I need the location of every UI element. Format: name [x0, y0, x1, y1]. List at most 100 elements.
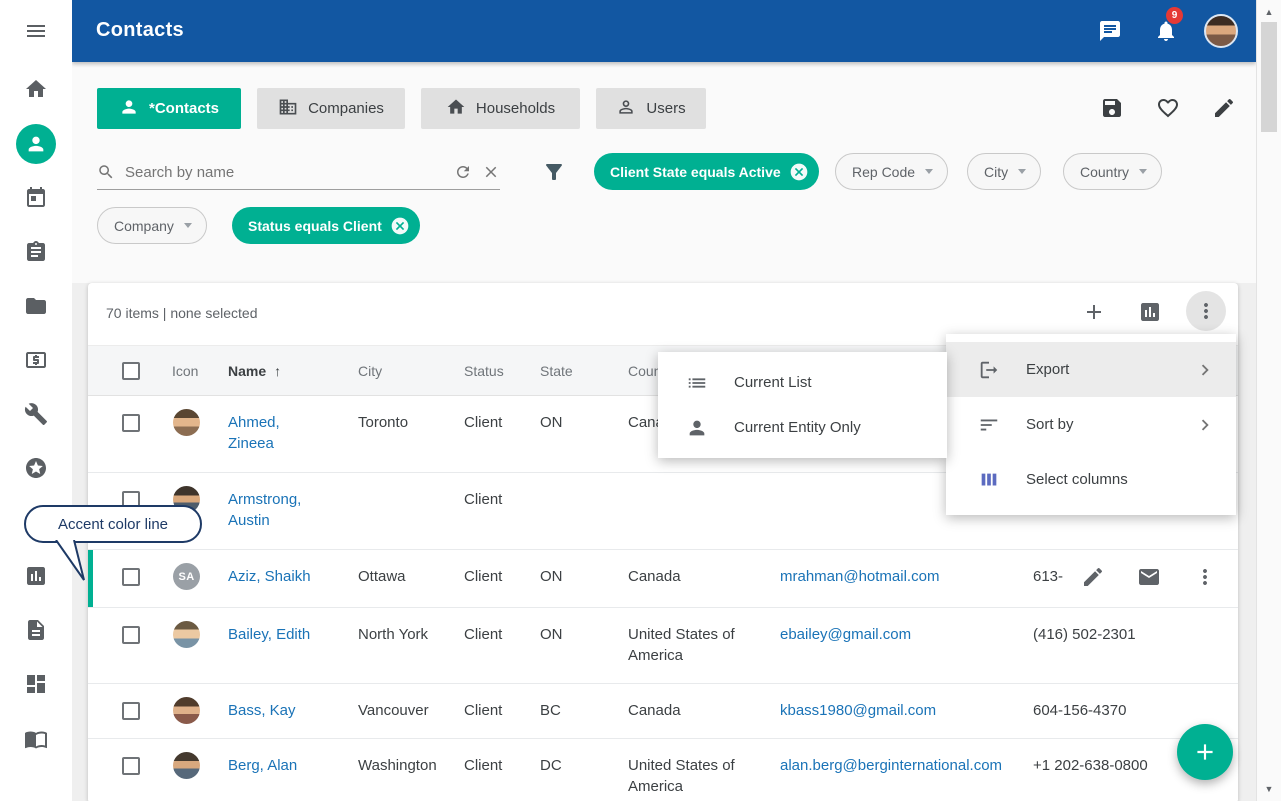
refresh-icon[interactable]	[454, 163, 472, 181]
vertical-scrollbar[interactable]: ▲ ▼	[1256, 0, 1281, 801]
scrollbar-thumb[interactable]	[1261, 22, 1277, 132]
book-icon[interactable]	[24, 727, 48, 751]
email-link[interactable]: ebailey@gmail.com	[780, 626, 911, 643]
submenu-item-current-entity-only[interactable]: Current Entity Only	[658, 405, 947, 450]
clear-icon[interactable]	[482, 163, 500, 181]
menu-item-export[interactable]: Export	[946, 342, 1236, 397]
filter-icon[interactable]	[542, 160, 566, 184]
contact-name-link[interactable]: Ahmed, Zineea	[228, 414, 280, 452]
city-cell: Ottawa	[358, 550, 458, 607]
email-link[interactable]: alan.berg@berginternational.com	[780, 757, 1002, 774]
contacts-icon[interactable]	[16, 124, 56, 164]
chevron-down-icon	[1018, 169, 1026, 174]
phone-cell: +1 202-638-0800	[1033, 739, 1183, 801]
chat-icon[interactable]	[1098, 19, 1122, 43]
email-row-icon[interactable]	[1137, 565, 1161, 589]
chip-status[interactable]: Status equals Client	[232, 207, 420, 244]
state-cell: ON	[540, 396, 610, 472]
add-contact-fab[interactable]	[1177, 724, 1233, 780]
submenu-item-current-list[interactable]: Current List	[658, 360, 947, 405]
remove-chip-icon[interactable]	[390, 216, 410, 236]
status-cell: Client	[464, 684, 534, 738]
annotation-callout: Accent color line	[24, 505, 202, 543]
table-row[interactable]: Bailey, Edith North York Client ON Unite…	[88, 608, 1238, 684]
column-header-name[interactable]: Name↑	[228, 363, 281, 379]
chip-label: Company	[114, 218, 174, 234]
contact-name-link[interactable]: Bass, Kay	[228, 702, 296, 719]
scroll-down-icon[interactable]: ▼	[1257, 779, 1281, 799]
chart-icon[interactable]	[24, 564, 48, 588]
tab-contacts[interactable]: *Contacts	[97, 88, 241, 129]
search-input[interactable]	[125, 164, 444, 181]
chevron-down-icon	[184, 223, 192, 228]
chip-country[interactable]: Country	[1063, 153, 1162, 190]
calendar-icon[interactable]	[24, 186, 48, 210]
city-cell: Washington	[358, 739, 458, 801]
remove-chip-icon[interactable]	[789, 162, 809, 182]
column-header-city[interactable]: City	[358, 363, 382, 379]
search-icon	[97, 163, 115, 181]
contact-name-link[interactable]: Bailey, Edith	[228, 626, 310, 643]
chart-view-icon[interactable]	[1138, 300, 1162, 324]
chip-client-state[interactable]: Client State equals Active	[594, 153, 819, 190]
state-cell: ON	[540, 608, 610, 683]
menu-item-label: Current Entity Only	[734, 419, 861, 436]
country-cell: United States of America	[628, 608, 740, 683]
select-all-checkbox[interactable]	[122, 362, 140, 380]
tools-icon[interactable]	[24, 402, 48, 426]
menu-icon[interactable]	[24, 19, 48, 43]
menu-item-sort-by[interactable]: Sort by	[946, 397, 1236, 452]
row-checkbox[interactable]	[122, 757, 140, 775]
more-options-icon[interactable]	[1186, 291, 1226, 331]
contact-name-link[interactable]: Berg, Alan	[228, 757, 297, 774]
menu-item-label: Select columns	[1026, 471, 1128, 488]
email-link[interactable]: mrahman@hotmail.com	[780, 568, 939, 585]
favorite-icon[interactable]	[1156, 96, 1180, 120]
contact-avatar	[173, 697, 200, 724]
column-header-state[interactable]: State	[540, 363, 573, 379]
tasks-icon[interactable]	[24, 240, 48, 264]
building-icon	[278, 97, 298, 121]
column-header-icon[interactable]: Icon	[172, 363, 198, 379]
dashboard-icon[interactable]	[24, 672, 48, 696]
tab-households[interactable]: Households	[421, 88, 580, 129]
home-icon[interactable]	[24, 77, 48, 101]
save-icon[interactable]	[1100, 96, 1124, 120]
tab-users[interactable]: Users	[596, 88, 706, 129]
phone-cell: 604-156-4370	[1033, 684, 1183, 738]
tab-companies[interactable]: Companies	[257, 88, 405, 129]
folder-icon[interactable]	[24, 294, 48, 318]
user-avatar[interactable]	[1204, 14, 1238, 48]
table-row[interactable]: SA Aziz, Shaikh Ottawa Client ON Canada …	[88, 550, 1238, 608]
row-checkbox[interactable]	[122, 414, 140, 432]
chip-city[interactable]: City	[967, 153, 1041, 190]
phone-cell: (416) 502-2301	[1033, 608, 1183, 683]
document-icon[interactable]	[24, 618, 48, 642]
more-options-menu: Export Sort by Select columns	[946, 334, 1236, 515]
contact-name-link[interactable]: Armstrong, Austin	[228, 491, 301, 529]
chip-label: Country	[1080, 164, 1129, 180]
callout-tail	[46, 540, 92, 582]
edit-row-icon[interactable]	[1081, 565, 1105, 589]
columns-icon	[978, 469, 1000, 491]
scroll-up-icon[interactable]: ▲	[1257, 2, 1281, 22]
chip-rep-code[interactable]: Rep Code	[835, 153, 948, 190]
email-link[interactable]: kbass1980@gmail.com	[780, 702, 936, 719]
menu-item-select-columns[interactable]: Select columns	[946, 452, 1236, 507]
column-header-status[interactable]: Status	[464, 363, 504, 379]
row-checkbox[interactable]	[122, 568, 140, 586]
contact-name-link[interactable]: Aziz, Shaikh	[228, 568, 311, 585]
row-checkbox[interactable]	[122, 626, 140, 644]
row-more-icon[interactable]	[1193, 565, 1217, 589]
rewards-star-icon[interactable]	[24, 456, 48, 480]
row-actions	[1081, 565, 1217, 589]
country-cell: United States of America	[628, 739, 740, 801]
billing-icon[interactable]	[24, 348, 48, 372]
table-row[interactable]: Berg, Alan Washington Client DC United S…	[88, 739, 1238, 801]
add-icon[interactable]	[1082, 300, 1106, 324]
add-icon	[1192, 739, 1218, 765]
edit-icon[interactable]	[1212, 96, 1236, 120]
table-row[interactable]: Bass, Kay Vancouver Client BC Canada kba…	[88, 684, 1238, 739]
row-checkbox[interactable]	[122, 702, 140, 720]
chip-company[interactable]: Company	[97, 207, 207, 244]
